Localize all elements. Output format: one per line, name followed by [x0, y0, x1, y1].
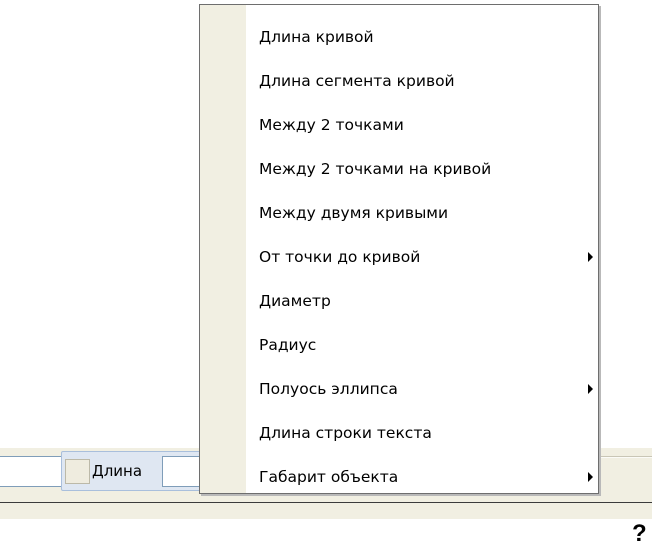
toolbar-bottom-border [0, 502, 652, 503]
menu-item-label: Диаметр [259, 292, 331, 310]
length-label-rest: лина [103, 462, 143, 480]
menu-item-label: Полуось эллипса [259, 380, 398, 398]
menu-item-label: Длина кривой [259, 28, 374, 46]
submenu-arrow-icon [588, 472, 593, 482]
menu-item-label: Радиус [259, 336, 317, 354]
length-checkbox[interactable] [65, 459, 90, 484]
help-question-mark[interactable]: ? [632, 520, 647, 548]
menu-item-label: Между 2 точками [259, 116, 404, 134]
menu-item-ellipse-semiaxis[interactable]: Полуось эллипса [246, 367, 598, 411]
menu-item-point-to-curve[interactable]: От точки до кривой [246, 235, 598, 279]
length-label: Длина [92, 462, 143, 480]
menu-item-label: Длина сегмента кривой [259, 72, 455, 90]
menu-item-text-line-length[interactable]: Длина строки текста [246, 411, 598, 455]
menu-icon-gutter [200, 5, 246, 493]
measure-context-menu: Длина кривой Длина сегмента кривой Между 2… [199, 4, 599, 494]
menu-item-curve-segment-length[interactable]: Длина сегмента кривой [246, 59, 598, 103]
menu-item-object-bounds[interactable]: Габарит объекта [246, 455, 598, 499]
menu-item-curve-length[interactable]: Длина кривой [246, 15, 598, 59]
menu-item-between-2-points[interactable]: Между 2 точками [246, 103, 598, 147]
menu-item-label: Между 2 точками на кривой [259, 160, 492, 178]
previous-input-field[interactable] [0, 456, 62, 487]
menu-item-between-two-curves[interactable]: Между двумя кривыми [246, 191, 598, 235]
menu-item-radius[interactable]: Радиус [246, 323, 598, 367]
menu-item-label: Длина строки текста [259, 424, 432, 442]
menu-item-diameter[interactable]: Диаметр [246, 279, 598, 323]
submenu-arrow-icon [588, 252, 593, 262]
menu-item-label: Габарит объекта [259, 468, 399, 486]
submenu-arrow-icon [588, 384, 593, 394]
menu-item-label: Между двумя кривыми [259, 204, 449, 222]
menu-item-label: От точки до кривой [259, 248, 421, 266]
menu-item-between-2-points-on-curve[interactable]: Между 2 точками на кривой [246, 147, 598, 191]
